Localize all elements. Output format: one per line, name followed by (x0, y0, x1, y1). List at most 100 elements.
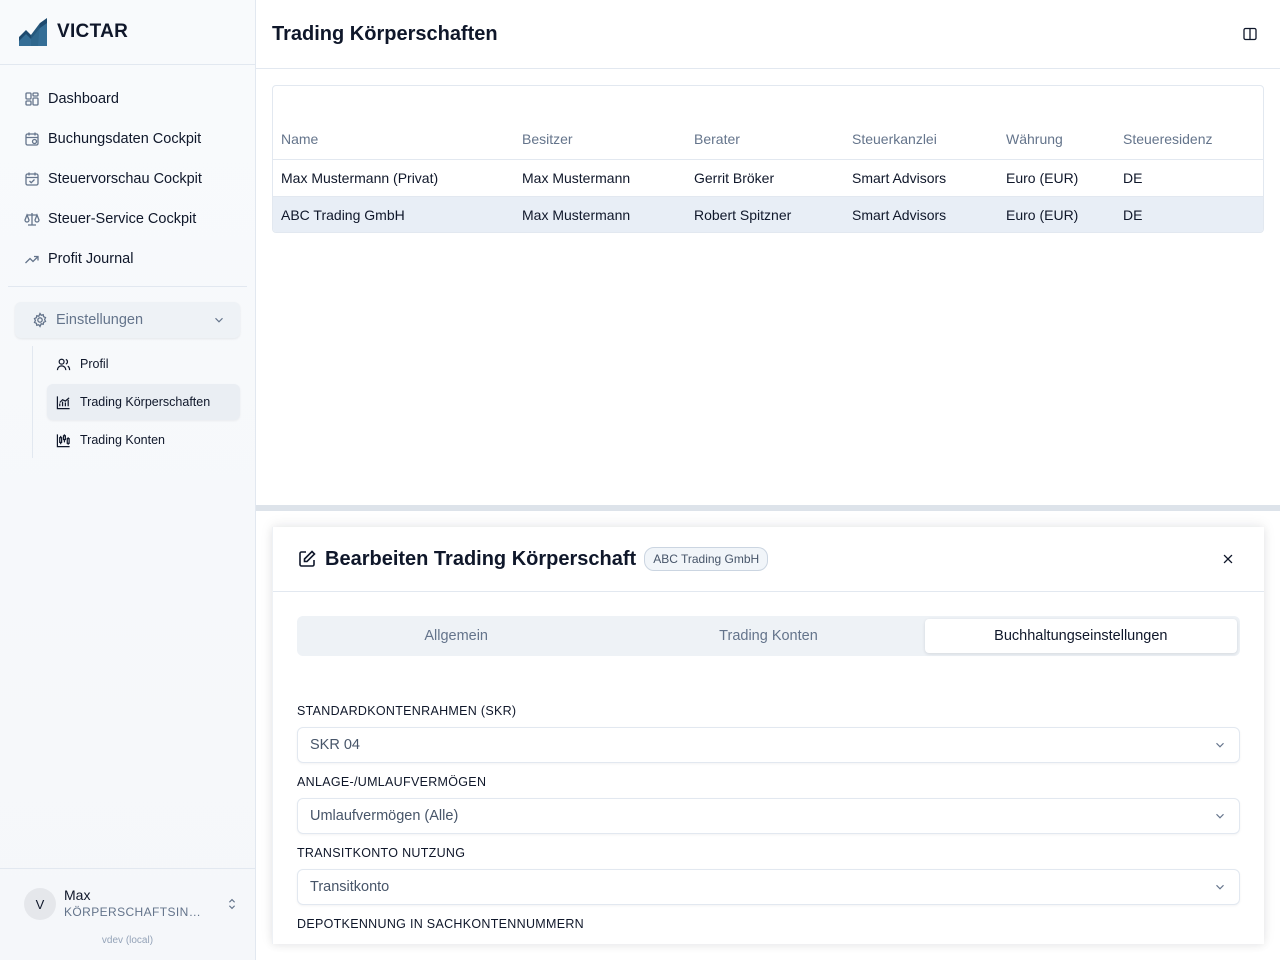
entities-table: Name Besitzer Berater Steuerkanzlei Währ… (272, 85, 1264, 233)
nav-item-dashboard[interactable]: Dashboard (8, 79, 247, 119)
cell-advisor: Gerrit Bröker (686, 159, 844, 197)
cell-tax-residence: DE (1115, 159, 1263, 197)
edit-panel-title: Bearbeiten Trading Körperschaft (325, 547, 637, 570)
cell-name: Max Mustermann (Privat) (273, 159, 514, 197)
sub-item-label: Trading Körperschaften (80, 395, 211, 409)
scale-icon (24, 211, 40, 227)
page-header: Trading Körperschaften (256, 0, 1280, 69)
sidebar: VICTAR Dashboard Buchungsdaten Cockpit S… (0, 0, 256, 960)
user-section: V Max KÖRPERSCHAFTSINH... vdev (local) (0, 868, 255, 960)
chart-candlestick-icon (56, 433, 71, 448)
sub-item-label: Profil (80, 357, 109, 371)
column-header[interactable]: Name (273, 86, 514, 160)
table-row[interactable]: Max Mustermann (Privat) Max Mustermann G… (273, 159, 1263, 197)
edit-panel: Bearbeiten Trading Körperschaft ABC Trad… (272, 527, 1264, 944)
settings-group: Einstellungen Profil Trading Körperschaf… (15, 302, 240, 458)
tab-trading-konten[interactable]: Trading Konten (612, 619, 924, 653)
brand-name: VICTAR (57, 21, 129, 42)
cell-name: ABC Trading GmbH (273, 196, 514, 232)
transit-account-select[interactable]: Transitkonto (297, 869, 1240, 905)
tab-buchhaltungseinstellungen[interactable]: Buchhaltungseinstellungen (924, 619, 1237, 653)
calendar-check-icon (24, 171, 40, 187)
resize-handle[interactable] (256, 505, 1280, 511)
nav-label: Steuer-Service Cockpit (48, 211, 197, 227)
panel-toggle-button[interactable] (1236, 20, 1264, 48)
cell-tax-office: Smart Advisors (844, 159, 998, 197)
nav-divider (8, 286, 247, 287)
table-row-selected[interactable]: ABC Trading GmbH Max Mustermann Robert S… (273, 196, 1263, 232)
chevron-down-icon (1216, 813, 1224, 819)
field-skr: STANDARDKONTENRAHMEN (SKR) SKR 04 (297, 704, 1240, 763)
nav-label: Buchungsdaten Cockpit (48, 131, 202, 147)
cell-tax-office: Smart Advisors (844, 196, 998, 232)
select-value: SKR 04 (310, 737, 360, 753)
field-depot-id: DEPOTKENNUNG IN SACHKONTENNUMMERN (297, 917, 1240, 931)
chevron-down-icon (215, 317, 223, 323)
sidebar-item-trading-koerperschaften[interactable]: Trading Körperschaften (47, 384, 240, 420)
settings-sub-list: Profil Trading Körperschaften Trading Ko… (32, 346, 240, 458)
close-icon (1223, 554, 1233, 564)
sub-item-label: Trading Konten (80, 433, 166, 447)
entity-badge: ABC Trading GmbH (644, 547, 769, 571)
nav-item-steuer-service[interactable]: Steuer-Service Cockpit (8, 199, 247, 239)
column-header[interactable]: Währung (998, 86, 1115, 160)
nav-item-buchungsdaten[interactable]: Buchungsdaten Cockpit (8, 119, 247, 159)
gear-icon (32, 312, 48, 328)
field-transit-account: TRANSITKONTO NUTZUNG Transitkonto (297, 846, 1240, 905)
cell-tax-residence: DE (1115, 196, 1263, 232)
skr-select[interactable]: SKR 04 (297, 727, 1240, 763)
edit-icon (299, 550, 316, 567)
field-label: STANDARDKONTENRAHMEN (SKR) (297, 704, 517, 718)
select-value: Transitkonto (310, 879, 390, 895)
main-nav: Dashboard Buchungsdaten Cockpit Steuervo… (0, 65, 255, 458)
column-header[interactable]: Steueresidenz (1115, 86, 1263, 160)
field-label: ANLAGE-/UMLAUFVERMÖGEN (297, 775, 487, 789)
cell-owner: Max Mustermann (514, 196, 686, 232)
column-header[interactable]: Berater (686, 86, 844, 160)
tab-allgemein[interactable]: Allgemein (300, 619, 612, 653)
close-button[interactable] (1216, 547, 1240, 571)
settings-toggle[interactable]: Einstellungen (15, 302, 240, 338)
cell-currency: Euro (EUR) (998, 196, 1115, 232)
trending-up-icon (24, 251, 40, 267)
user-role: KÖRPERSCHAFTSINH... (64, 905, 204, 919)
cell-currency: Euro (EUR) (998, 159, 1115, 197)
users-icon (56, 357, 71, 372)
nav-label: Dashboard (48, 91, 119, 107)
nav-label: Steuervorschau Cockpit (48, 171, 202, 187)
user-text: Max KÖRPERSCHAFTSINH... (64, 887, 219, 921)
nav-item-steuervorschau[interactable]: Steuervorschau Cockpit (8, 159, 247, 199)
chevrons-up-down-icon (228, 898, 236, 910)
cell-owner: Max Mustermann (514, 159, 686, 197)
field-asset-type: ANLAGE-/UMLAUFVERMÖGEN Umlaufvermögen (A… (297, 775, 1240, 834)
field-label: TRANSITKONTO NUTZUNG (297, 846, 466, 860)
brand[interactable]: VICTAR (0, 0, 255, 65)
sidebar-item-trading-konten[interactable]: Trading Konten (47, 422, 240, 458)
page-title: Trading Körperschaften (272, 22, 498, 45)
victar-logo-icon (19, 18, 47, 46)
settings-label: Einstellungen (56, 312, 144, 328)
cell-advisor: Robert Spitzner (686, 196, 844, 232)
editor-tabs: Allgemein Trading Konten Buchhaltungsein… (297, 616, 1240, 656)
dashboard-icon (24, 91, 40, 107)
field-label: DEPOTKENNUNG IN SACHKONTENNUMMERN (297, 917, 584, 931)
chevron-down-icon (1216, 884, 1224, 890)
calendar-clock-icon (24, 131, 40, 147)
column-header[interactable]: Steuerkanzlei (844, 86, 998, 160)
nav-item-profit-journal[interactable]: Profit Journal (8, 239, 247, 279)
asset-type-select[interactable]: Umlaufvermögen (Alle) (297, 798, 1240, 834)
sidebar-item-profil[interactable]: Profil (47, 346, 240, 382)
panel-icon (1243, 27, 1257, 41)
table-header-row: Name Besitzer Berater Steuerkanzlei Währ… (273, 86, 1263, 160)
user-name: Max (64, 887, 91, 903)
main-content: Trading Körperschaften Name Besitzer Ber… (256, 0, 1280, 960)
user-menu-button[interactable]: V Max KÖRPERSCHAFTSINH... (24, 887, 239, 921)
chart-area-icon (56, 395, 71, 410)
column-header[interactable]: Besitzer (514, 86, 686, 160)
accounting-settings-form: STANDARDKONTENRAHMEN (SKR) SKR 04 ANLAGE… (273, 656, 1264, 931)
select-value: Umlaufvermögen (Alle) (310, 808, 459, 824)
avatar: V (24, 888, 56, 920)
edit-panel-header: Bearbeiten Trading Körperschaft ABC Trad… (273, 527, 1264, 592)
nav-label: Profit Journal (48, 251, 134, 267)
chevron-down-icon (1216, 742, 1224, 748)
